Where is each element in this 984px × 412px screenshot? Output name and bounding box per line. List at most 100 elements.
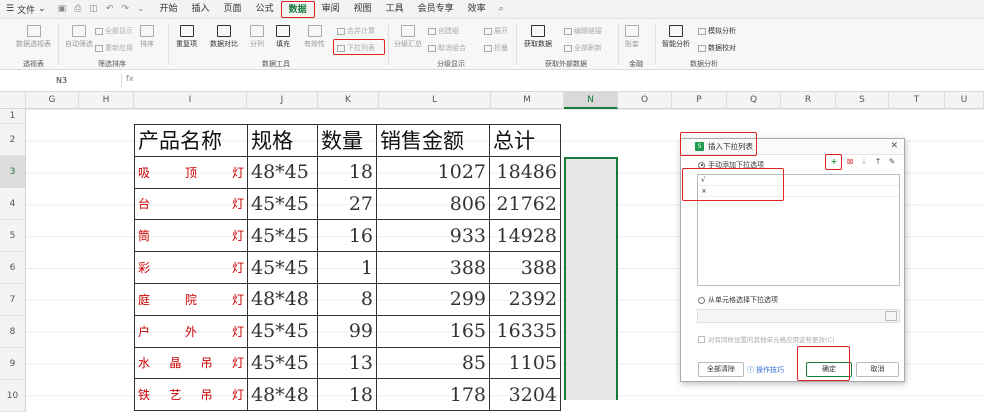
row-header-10[interactable]: 10	[0, 380, 26, 412]
qty-cell[interactable]: 18	[317, 155, 377, 189]
spec-cell[interactable]: 48*48	[247, 282, 318, 316]
tab-2[interactable]: 页面	[217, 1, 249, 18]
sales-cell[interactable]: 1027	[376, 155, 490, 189]
header-product[interactable]: 产品名称	[134, 124, 248, 157]
column-header-s[interactable]: S	[836, 92, 889, 109]
sales-cell[interactable]: 85	[376, 346, 490, 380]
product-name-cell[interactable]: 彩灯	[134, 251, 248, 284]
range-picker-icon[interactable]	[885, 311, 897, 321]
column-header-r[interactable]: R	[781, 92, 836, 109]
reapply-button[interactable]: 重新应用	[95, 43, 133, 53]
what-if-button[interactable]: 模拟分析	[698, 26, 736, 36]
product-name-cell[interactable]: 铁艺吊灯	[134, 378, 248, 412]
column-header-q[interactable]: Q	[727, 92, 781, 109]
column-header-p[interactable]: P	[672, 92, 727, 109]
cell-source-radio[interactable]	[698, 296, 705, 304]
total-cell[interactable]: 2392	[489, 282, 561, 316]
spec-cell[interactable]: 45*45	[247, 251, 318, 284]
edit-links-button[interactable]: 编辑链接	[564, 26, 602, 36]
qty-cell[interactable]: 1	[317, 251, 377, 284]
validity-button[interactable]: 有效性	[304, 25, 325, 49]
column-header-t[interactable]: T	[889, 92, 945, 109]
sales-cell[interactable]: 388	[376, 251, 490, 284]
move-down-icon[interactable]: ↓	[859, 157, 869, 167]
cell-range-input[interactable]	[697, 309, 900, 323]
split-column-button[interactable]: 分列	[250, 25, 264, 49]
spec-cell[interactable]: 45*45	[247, 346, 318, 380]
row-header-2[interactable]: 2	[0, 124, 26, 156]
sort-button[interactable]: 排序	[140, 25, 154, 49]
row-header-8[interactable]: 8	[0, 316, 26, 348]
apply-all-option[interactable]: 对有同样设置的其他单元格应用这些更改(C)	[698, 334, 835, 344]
column-header-j[interactable]: J	[247, 92, 318, 109]
tab-0[interactable]: 开始	[153, 1, 185, 18]
qty-cell[interactable]: 18	[317, 378, 377, 412]
ledger-button[interactable]: 账套	[625, 25, 639, 49]
refresh-all-button[interactable]: 全部刷新	[564, 43, 602, 53]
qty-cell[interactable]: 13	[317, 346, 377, 380]
total-cell[interactable]: 21762	[489, 187, 561, 221]
more-icon[interactable]: ⌄	[137, 4, 145, 14]
product-name-cell[interactable]: 户外灯	[134, 314, 248, 348]
sales-cell[interactable]: 165	[376, 314, 490, 348]
ungroup-button[interactable]: 取消组合	[428, 43, 466, 53]
spec-cell[interactable]: 48*45	[247, 155, 318, 189]
total-cell[interactable]: 3204	[489, 378, 561, 412]
row-header-6[interactable]: 6	[0, 252, 26, 284]
group-button[interactable]: 创建组	[428, 26, 459, 36]
row-header-5[interactable]: 5	[0, 220, 26, 252]
formula-input[interactable]	[150, 73, 980, 89]
total-cell[interactable]: 388	[489, 251, 561, 284]
auto-filter-button[interactable]: 自动筛选	[65, 25, 93, 49]
subtotal-button[interactable]: 分级汇总	[394, 25, 422, 49]
total-cell[interactable]: 18486	[489, 155, 561, 189]
save-icon[interactable]: ▣	[58, 4, 67, 14]
tab-5[interactable]: 审阅	[315, 1, 347, 18]
data-proofread-button[interactable]: 数据校对	[698, 43, 736, 53]
name-box[interactable]: N3	[2, 74, 122, 88]
undo-icon[interactable]: ↶	[106, 4, 114, 14]
product-name-cell[interactable]: 水晶吊灯	[134, 346, 248, 380]
row-header-4[interactable]: 4	[0, 188, 26, 220]
fx-icon[interactable]: fx	[126, 74, 134, 83]
row-header-7[interactable]: 7	[0, 284, 26, 316]
row-header-9[interactable]: 9	[0, 348, 26, 380]
tips-link[interactable]: ⓘ 操作技巧	[747, 365, 784, 375]
header-spec[interactable]: 规格	[247, 124, 318, 157]
expand-button[interactable]: 展开	[484, 26, 508, 36]
total-cell[interactable]: 1105	[489, 346, 561, 380]
preview-icon[interactable]: ◫	[89, 4, 98, 14]
column-header-g[interactable]: G	[26, 92, 79, 109]
qty-cell[interactable]: 27	[317, 187, 377, 221]
fill-button[interactable]: 填充	[276, 25, 290, 49]
edit-icon[interactable]: ✎	[887, 157, 897, 167]
column-header-l[interactable]: L	[379, 92, 491, 109]
cell-source-option[interactable]: 从单元格选择下拉选项	[698, 295, 778, 305]
clear-all-button[interactable]: 全部清除	[698, 362, 744, 377]
compare-button[interactable]: 数据对比	[210, 25, 238, 49]
smart-analysis-button[interactable]: 智能分析	[662, 25, 690, 49]
column-header-m[interactable]: M	[491, 92, 564, 109]
tab-4[interactable]: 数据	[280, 0, 315, 18]
qty-cell[interactable]: 16	[317, 219, 377, 253]
product-name-cell[interactable]: 庭院灯	[134, 282, 248, 316]
apply-all-checkbox[interactable]	[698, 335, 705, 343]
tab-8[interactable]: 会员专享	[411, 1, 461, 18]
sales-cell[interactable]: 806	[376, 187, 490, 221]
file-menu[interactable]: ☰ 文件 ⌄	[0, 3, 52, 16]
qty-cell[interactable]: 8	[317, 282, 377, 316]
search-icon[interactable]: ⌕	[499, 4, 504, 14]
product-name-cell[interactable]: 吸顶灯	[134, 155, 248, 189]
column-header-o[interactable]: O	[618, 92, 672, 109]
spec-cell[interactable]: 45*45	[247, 219, 318, 253]
delete-item-icon[interactable]: ⊠	[845, 157, 855, 167]
total-cell[interactable]: 14928	[489, 219, 561, 253]
product-name-cell[interactable]: 筒灯	[134, 219, 248, 253]
consolidate-button[interactable]: 合并计算	[337, 26, 375, 36]
column-header-h[interactable]: H	[79, 92, 134, 109]
get-data-button[interactable]: 获取数据	[524, 25, 552, 49]
header-qty[interactable]: 数量	[317, 124, 377, 157]
tab-9[interactable]: 效率	[461, 1, 493, 18]
select-all-corner[interactable]	[0, 92, 26, 109]
sales-cell[interactable]: 299	[376, 282, 490, 316]
